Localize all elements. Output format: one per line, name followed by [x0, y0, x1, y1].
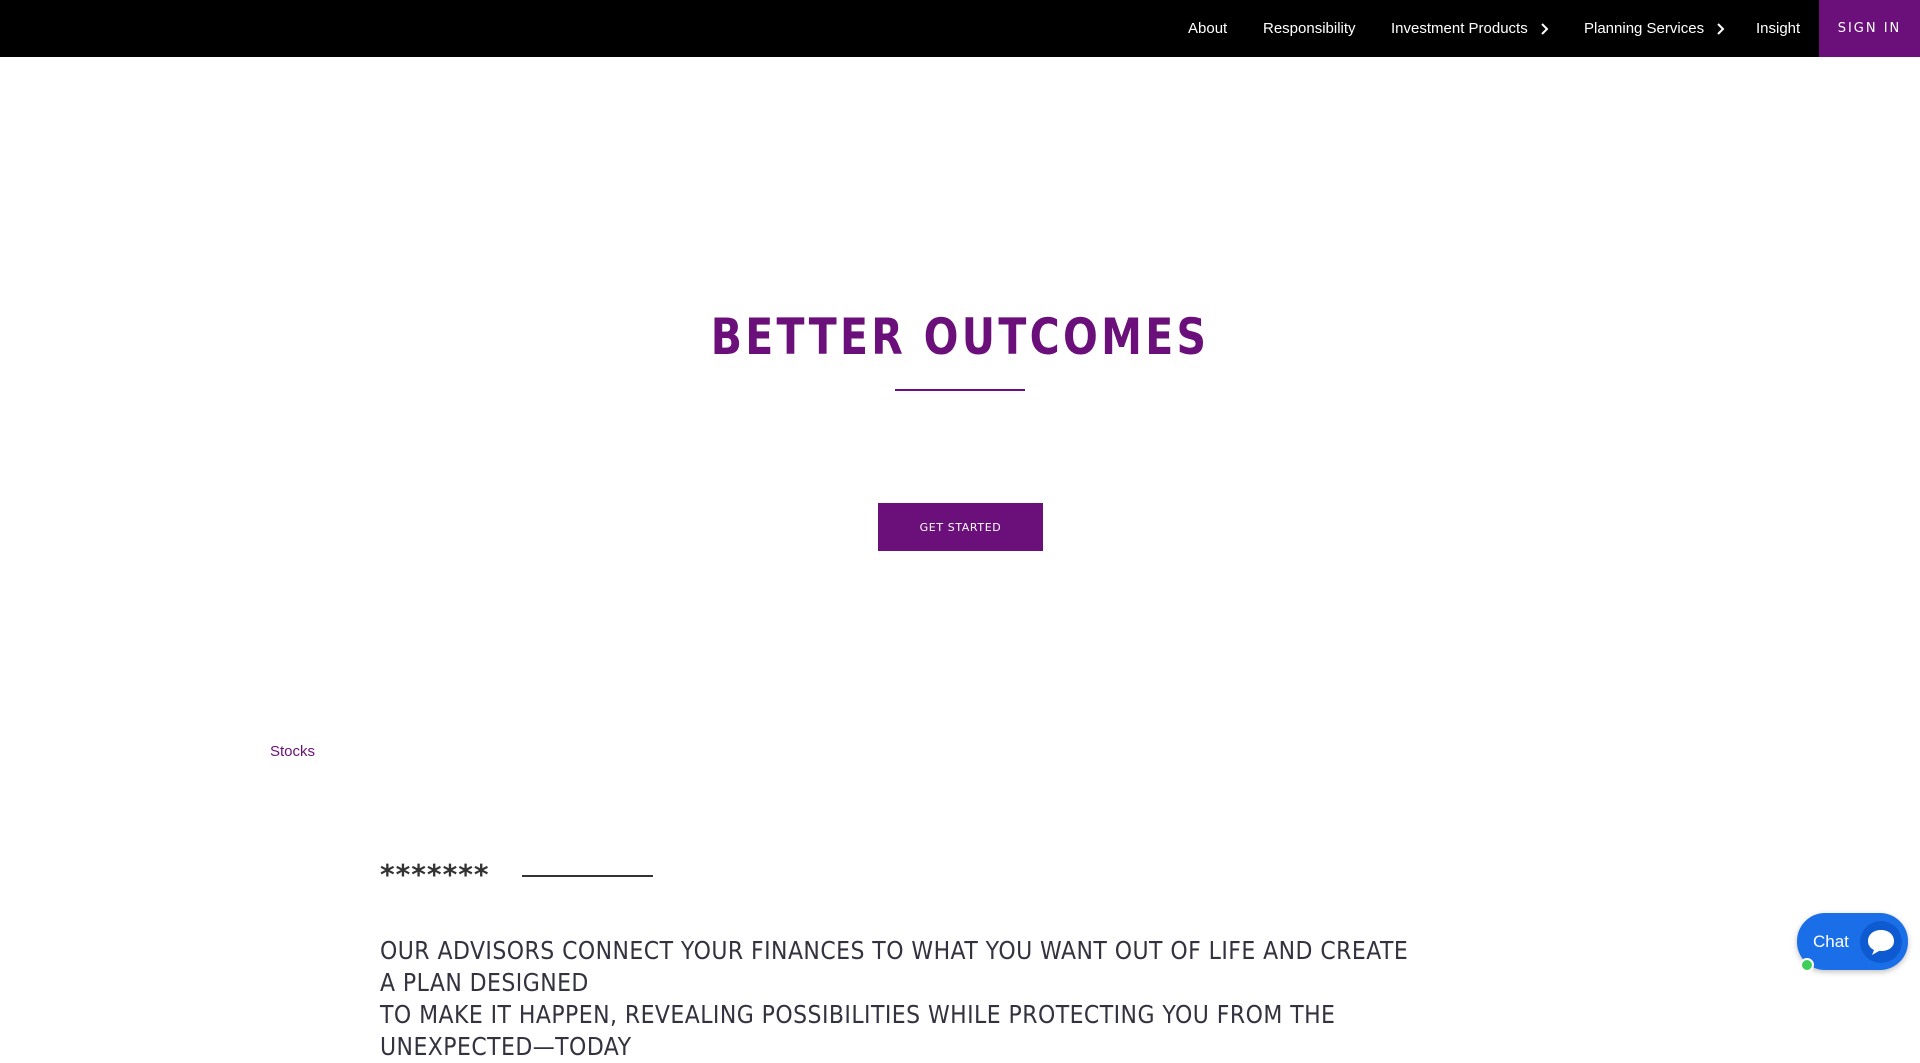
- advisor-intro-line: TO MAKE IT HAPPEN, REVEALING POSSIBILITI…: [380, 1000, 1336, 1061]
- nav-item-investment-products[interactable]: Investment Products: [1391, 0, 1552, 57]
- hero-title: BETTER OUTCOMES: [710, 308, 1210, 366]
- nav-item-responsibility-label: Responsibility: [1263, 20, 1356, 37]
- nav-item-investment-products-label: Investment Products: [1391, 20, 1528, 37]
- speech-bubble-icon: [1860, 921, 1902, 963]
- chat-label: Chat: [1813, 931, 1849, 951]
- section-divider: [522, 875, 653, 877]
- nav-item-insight[interactable]: Insight: [1756, 0, 1800, 57]
- stars-text: *******: [380, 858, 490, 891]
- get-started-button[interactable]: GET STARTED: [878, 503, 1043, 551]
- online-status-indicator: [1800, 958, 1814, 972]
- advisor-intro-text: OUR ADVISORS CONNECT YOUR FINANCES TO WH…: [380, 935, 1410, 1063]
- nav-item-insight-label: Insight: [1756, 20, 1801, 37]
- advisor-intro-line: OUR ADVISORS CONNECT YOUR FINANCES TO WH…: [380, 936, 1409, 997]
- nav-item-planning-services-label: Planning Services: [1584, 20, 1705, 37]
- chevron-right-icon: [1717, 22, 1725, 35]
- stocks-link[interactable]: Stocks: [270, 743, 315, 760]
- nav-item-planning-services[interactable]: Planning Services: [1584, 0, 1728, 57]
- chevron-right-icon: [1541, 22, 1549, 35]
- chat-widget-button[interactable]: Chat: [1797, 913, 1908, 972]
- hero-divider: [895, 389, 1025, 391]
- nav-item-about-label: About: [1188, 20, 1228, 37]
- nav-item-about[interactable]: About: [1188, 0, 1227, 57]
- sign-in-button[interactable]: SIGN IN: [1819, 0, 1920, 57]
- nav-item-responsibility[interactable]: Responsibility: [1263, 0, 1356, 57]
- top-navigation-bar: About Responsibility Investment Products…: [0, 0, 1920, 57]
- speech-bubble-glyph: [1868, 930, 1894, 955]
